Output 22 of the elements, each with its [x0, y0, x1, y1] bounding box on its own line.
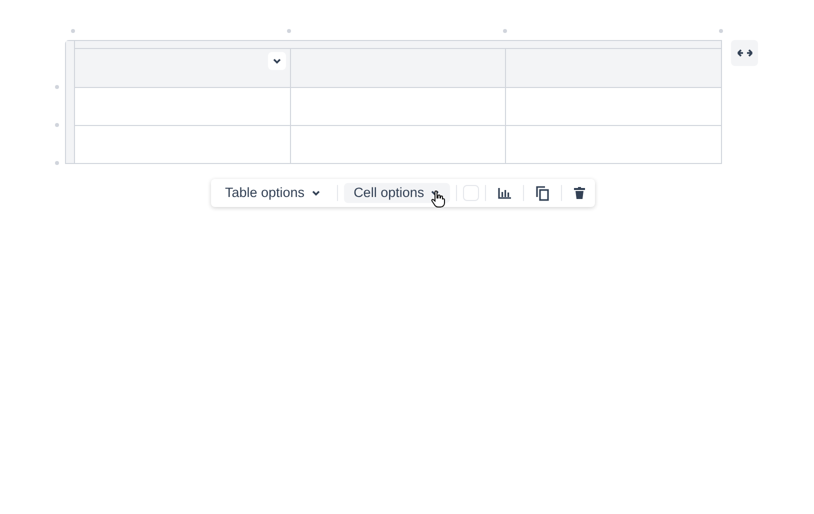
header-cell[interactable]: [75, 49, 290, 87]
chevron-down-icon: [310, 188, 321, 198]
resize-handle[interactable]: [719, 29, 723, 33]
arrows-horizontal-icon: [736, 49, 752, 57]
cell-menu-button[interactable]: [268, 52, 286, 70]
resize-handle[interactable]: [55, 123, 59, 127]
menu-dropdown[interactable]: Table options: [215, 183, 331, 203]
header-cell[interactable]: [506, 49, 722, 87]
expand-width-button[interactable]: [731, 40, 758, 66]
row-header-column[interactable]: [66, 41, 75, 163]
resize-handle[interactable]: [55, 85, 59, 89]
bar-chart-icon: [498, 188, 512, 198]
resize-handle[interactable]: [287, 29, 291, 33]
resize-handle[interactable]: [71, 29, 75, 33]
copy-icon: [536, 186, 550, 200]
color-swatch[interactable]: [463, 185, 480, 201]
resize-handle[interactable]: [55, 161, 59, 165]
header-cell[interactable]: [290, 49, 506, 87]
trash-icon: [574, 187, 586, 199]
chevron-down-icon: [272, 56, 282, 66]
resize-handle[interactable]: [503, 29, 507, 33]
menu-dropdown[interactable]: Cell options: [344, 183, 450, 203]
